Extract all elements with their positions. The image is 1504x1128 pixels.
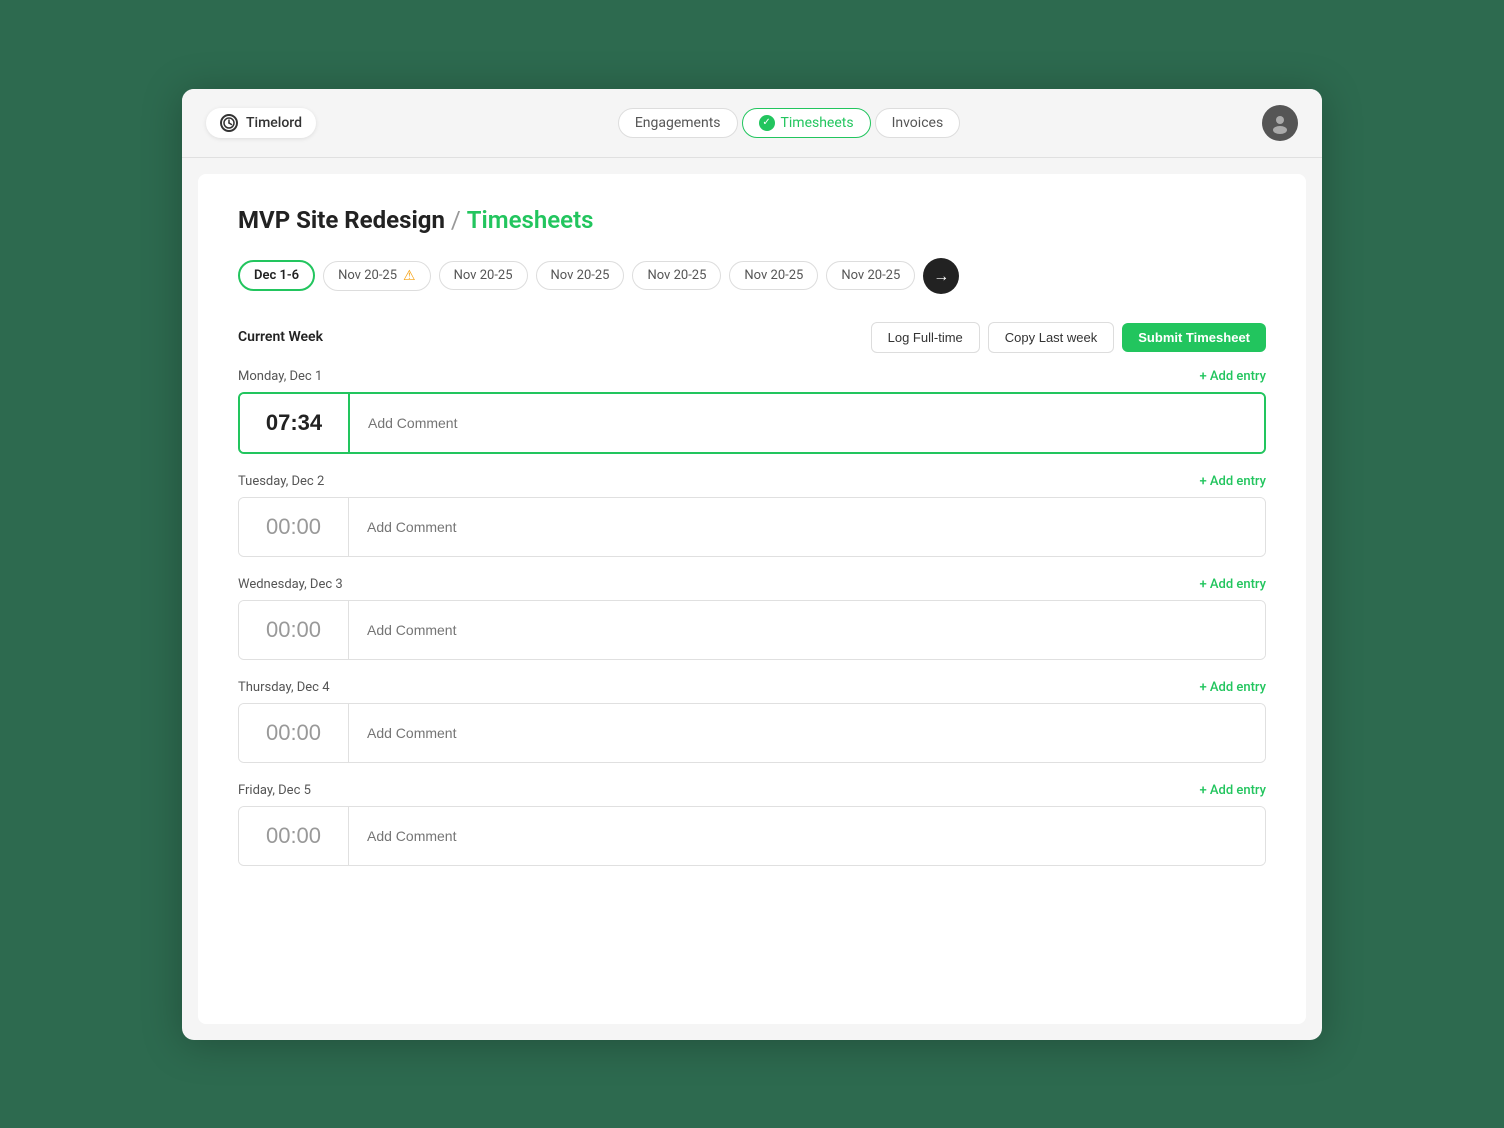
week-2[interactable]: Nov 20-25 bbox=[439, 261, 528, 290]
week-actions: Log Full-time Copy Last week Submit Time… bbox=[871, 322, 1266, 353]
day-label-thursday: Thursday, Dec 4 bbox=[238, 680, 330, 695]
day-label-monday: Monday, Dec 1 bbox=[238, 369, 322, 384]
comment-input-monday[interactable] bbox=[350, 394, 1264, 452]
time-input-tuesday[interactable] bbox=[239, 498, 349, 556]
day-header-monday: Monday, Dec 1 + Add entry bbox=[238, 369, 1266, 384]
day-header-thursday: Thursday, Dec 4 + Add entry bbox=[238, 680, 1266, 695]
add-entry-wednesday[interactable]: + Add entry bbox=[1199, 577, 1266, 592]
comment-input-thursday[interactable] bbox=[349, 704, 1265, 762]
time-row-thursday bbox=[238, 703, 1266, 763]
week-3[interactable]: Nov 20-25 bbox=[536, 261, 625, 290]
add-entry-monday[interactable]: + Add entry bbox=[1199, 369, 1266, 384]
day-section-wednesday: Wednesday, Dec 3 + Add entry bbox=[238, 577, 1266, 660]
add-entry-thursday[interactable]: + Add entry bbox=[1199, 680, 1266, 695]
time-input-monday[interactable] bbox=[240, 394, 350, 452]
time-input-thursday[interactable] bbox=[239, 704, 349, 762]
week-5[interactable]: Nov 20-25 bbox=[729, 261, 818, 290]
time-row-friday bbox=[238, 806, 1266, 866]
next-week-arrow[interactable]: → bbox=[923, 258, 959, 294]
day-section-thursday: Thursday, Dec 4 + Add entry bbox=[238, 680, 1266, 763]
day-section-tuesday: Tuesday, Dec 2 + Add entry bbox=[238, 474, 1266, 557]
submit-timesheet-button[interactable]: Submit Timesheet bbox=[1122, 323, 1266, 352]
week-1[interactable]: Nov 20-25 ⚠ bbox=[323, 261, 431, 291]
day-label-wednesday: Wednesday, Dec 3 bbox=[238, 577, 343, 592]
time-input-wednesday[interactable] bbox=[239, 601, 349, 659]
days-container: Monday, Dec 1 + Add entry Tuesday, Dec 2 + … bbox=[238, 369, 1266, 866]
app-window: Timelord Engagements ✓ Timesheets Invoic… bbox=[182, 89, 1322, 1040]
comment-input-friday[interactable] bbox=[349, 807, 1265, 865]
top-bar: Timelord Engagements ✓ Timesheets Invoic… bbox=[182, 89, 1322, 158]
week-selector: Dec 1-6 Nov 20-25 ⚠ Nov 20-25 Nov 20-25 … bbox=[238, 258, 1266, 294]
section-name: Timesheets bbox=[467, 206, 594, 234]
day-label-friday: Friday, Dec 5 bbox=[238, 783, 311, 798]
avatar[interactable] bbox=[1262, 105, 1298, 141]
project-name: MVP Site Redesign bbox=[238, 206, 445, 234]
week-4[interactable]: Nov 20-25 bbox=[632, 261, 721, 290]
comment-input-tuesday[interactable] bbox=[349, 498, 1265, 556]
time-row-tuesday bbox=[238, 497, 1266, 557]
comment-input-wednesday[interactable] bbox=[349, 601, 1265, 659]
clock-icon bbox=[220, 114, 238, 132]
day-header-friday: Friday, Dec 5 + Add entry bbox=[238, 783, 1266, 798]
copy-last-week-button[interactable]: Copy Last week bbox=[988, 322, 1115, 353]
logo-area[interactable]: Timelord bbox=[206, 108, 316, 138]
tab-timesheets[interactable]: ✓ Timesheets bbox=[742, 108, 871, 138]
day-section-friday: Friday, Dec 5 + Add entry bbox=[238, 783, 1266, 866]
week-6[interactable]: Nov 20-25 bbox=[826, 261, 915, 290]
current-week-label: Current Week bbox=[238, 329, 323, 345]
time-row-wednesday bbox=[238, 600, 1266, 660]
time-input-friday[interactable] bbox=[239, 807, 349, 865]
tab-invoices[interactable]: Invoices bbox=[875, 108, 961, 138]
page-title: MVP Site Redesign / Timesheets bbox=[238, 206, 1266, 234]
title-slash: / bbox=[445, 206, 467, 234]
warning-icon: ⚠ bbox=[403, 268, 416, 284]
week-current[interactable]: Dec 1-6 bbox=[238, 260, 315, 291]
tab-engagements[interactable]: Engagements bbox=[618, 108, 738, 138]
day-header-wednesday: Wednesday, Dec 3 + Add entry bbox=[238, 577, 1266, 592]
time-row-monday bbox=[238, 392, 1266, 454]
add-entry-tuesday[interactable]: + Add entry bbox=[1199, 474, 1266, 489]
tab-active-check: ✓ bbox=[759, 115, 775, 131]
log-fulltime-button[interactable]: Log Full-time bbox=[871, 322, 980, 353]
day-header-tuesday: Tuesday, Dec 2 + Add entry bbox=[238, 474, 1266, 489]
add-entry-friday[interactable]: + Add entry bbox=[1199, 783, 1266, 798]
day-label-tuesday: Tuesday, Dec 2 bbox=[238, 474, 324, 489]
main-content: MVP Site Redesign / Timesheets Dec 1-6 N… bbox=[198, 174, 1306, 1024]
logo-label: Timelord bbox=[246, 115, 302, 131]
nav-tabs: Engagements ✓ Timesheets Invoices bbox=[618, 108, 960, 138]
week-header: Current Week Log Full-time Copy Last wee… bbox=[238, 322, 1266, 353]
day-section-monday: Monday, Dec 1 + Add entry bbox=[238, 369, 1266, 454]
